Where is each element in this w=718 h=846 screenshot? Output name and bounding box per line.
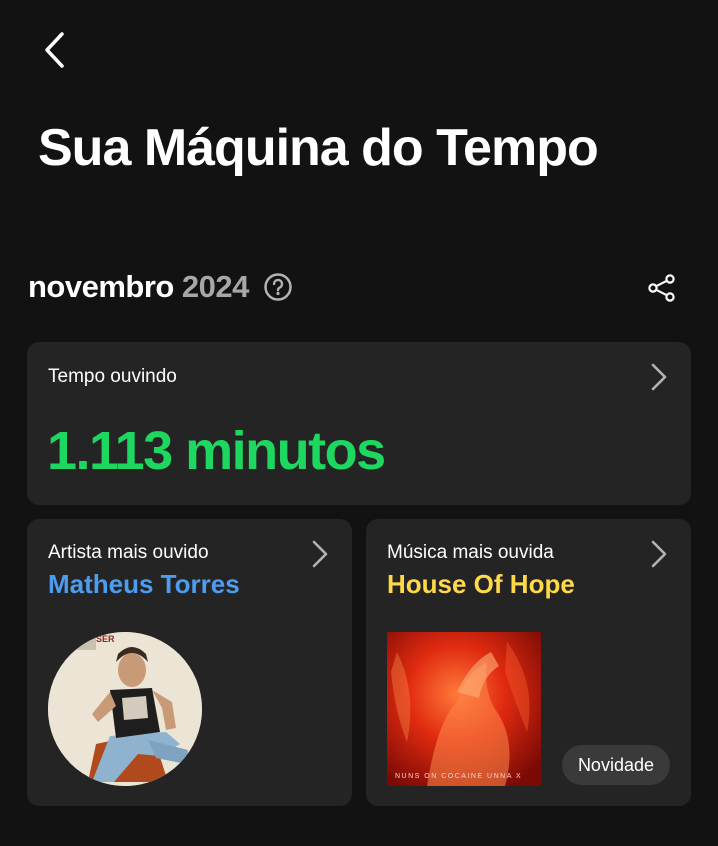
svg-text:SER: SER	[96, 634, 115, 644]
back-button[interactable]	[32, 28, 76, 72]
listening-time-card[interactable]: Tempo ouvindo 1.113 minutos	[27, 342, 691, 505]
top-song-name: House Of Hope	[387, 569, 575, 599]
new-release-badge: Novidade	[561, 745, 670, 785]
chevron-right-icon	[651, 363, 667, 391]
top-artist-card[interactable]: Artista mais ouvido Matheus Torres SER	[27, 519, 352, 806]
listening-time-label: Tempo ouvindo	[48, 366, 177, 387]
chevron-left-icon	[45, 32, 64, 68]
share-icon	[648, 274, 675, 302]
time-machine-page: Sua Máquina do Tempo novembro 2024 Tempo…	[0, 0, 718, 846]
artist-photo: SER	[48, 632, 202, 786]
period-year: 2024	[181, 269, 249, 304]
share-button[interactable]	[642, 268, 682, 308]
period-header: novembro 2024	[28, 262, 690, 312]
album-cover-image: NUNS ON COCAINE UNNA X	[387, 632, 541, 786]
listening-time-value: 1.113 minutos	[47, 421, 386, 481]
question-circle-icon[interactable]	[263, 272, 293, 302]
chevron-right-icon	[312, 540, 328, 568]
page-title: Sua Máquina do Tempo	[38, 119, 599, 177]
period-month: novembro	[28, 269, 174, 304]
top-song-label: Música mais ouvida	[387, 542, 554, 563]
chevron-right-icon	[651, 540, 667, 568]
album-caption: NUNS ON COCAINE UNNA X	[395, 773, 523, 780]
top-song-card[interactable]: Música mais ouvida House Of Hope NUNS ON…	[366, 519, 691, 806]
top-artist-label: Artista mais ouvido	[48, 542, 209, 563]
top-artist-name: Matheus Torres	[48, 569, 240, 599]
